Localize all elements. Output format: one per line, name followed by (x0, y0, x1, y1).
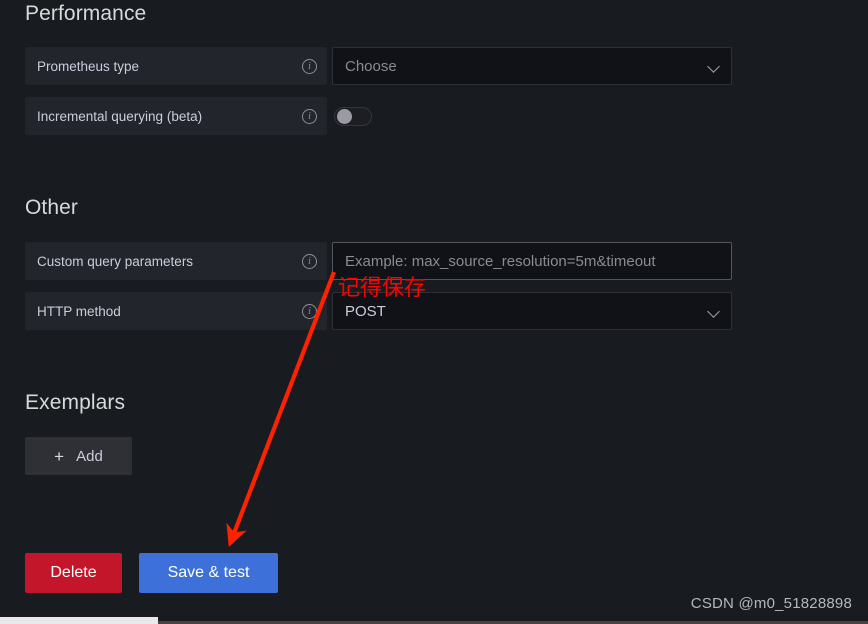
field-row-http-method: HTTP method i (25, 292, 327, 330)
add-button-label: Add (76, 447, 103, 465)
label-text: HTTP method (37, 303, 121, 319)
field-label-http-method: HTTP method i (25, 292, 327, 330)
info-circle-icon[interactable]: i (302, 108, 317, 124)
field-label-prometheus-type: Prometheus type i (25, 47, 327, 85)
annotation-note-text: 记得保存 (338, 276, 427, 301)
field-label-custom-query-parameters: Custom query parameters i (25, 242, 327, 280)
prometheus-type-select[interactable]: Choose (332, 47, 732, 85)
chevron-down-icon (707, 304, 721, 318)
plus-icon: + (54, 446, 65, 466)
field-row-prometheus-type: Prometheus type i (25, 47, 327, 85)
label-text: Prometheus type (37, 58, 140, 74)
toggle-knob (337, 109, 352, 124)
horizontal-scrollbar-track[interactable] (0, 617, 868, 624)
field-label-incremental-querying: Incremental querying (beta) i (25, 97, 327, 135)
custom-query-parameters-placeholder: Example: max_source_resolution=5m&timeou… (345, 252, 656, 270)
csdn-watermark: CSDN @m0_51828898 (690, 595, 852, 612)
info-circle-icon[interactable]: i (302, 58, 317, 74)
field-row-custom-query-parameters: Custom query parameters i (25, 242, 327, 280)
http-method-value: POST (345, 302, 386, 320)
save-and-test-button[interactable]: Save & test (139, 553, 278, 593)
chevron-down-icon (707, 59, 721, 73)
label-text: Incremental querying (beta) (37, 108, 203, 124)
field-row-incremental-querying: Incremental querying (beta) i (25, 97, 327, 135)
info-circle-icon[interactable]: i (302, 253, 317, 269)
label-text: Custom query parameters (37, 253, 194, 269)
section-title-other: Other (25, 196, 79, 219)
settings-page: Performance Prometheus type i Choose Inc… (0, 0, 868, 624)
delete-button[interactable]: Delete (25, 553, 122, 593)
incremental-querying-toggle[interactable] (334, 107, 372, 126)
section-title-performance: Performance (25, 2, 147, 25)
add-exemplar-button[interactable]: + Add (25, 437, 132, 475)
horizontal-scrollbar-thumb[interactable] (0, 617, 158, 624)
prometheus-type-value: Choose (345, 57, 397, 75)
section-title-exemplars: Exemplars (25, 391, 126, 414)
info-circle-icon[interactable]: i (302, 303, 317, 319)
